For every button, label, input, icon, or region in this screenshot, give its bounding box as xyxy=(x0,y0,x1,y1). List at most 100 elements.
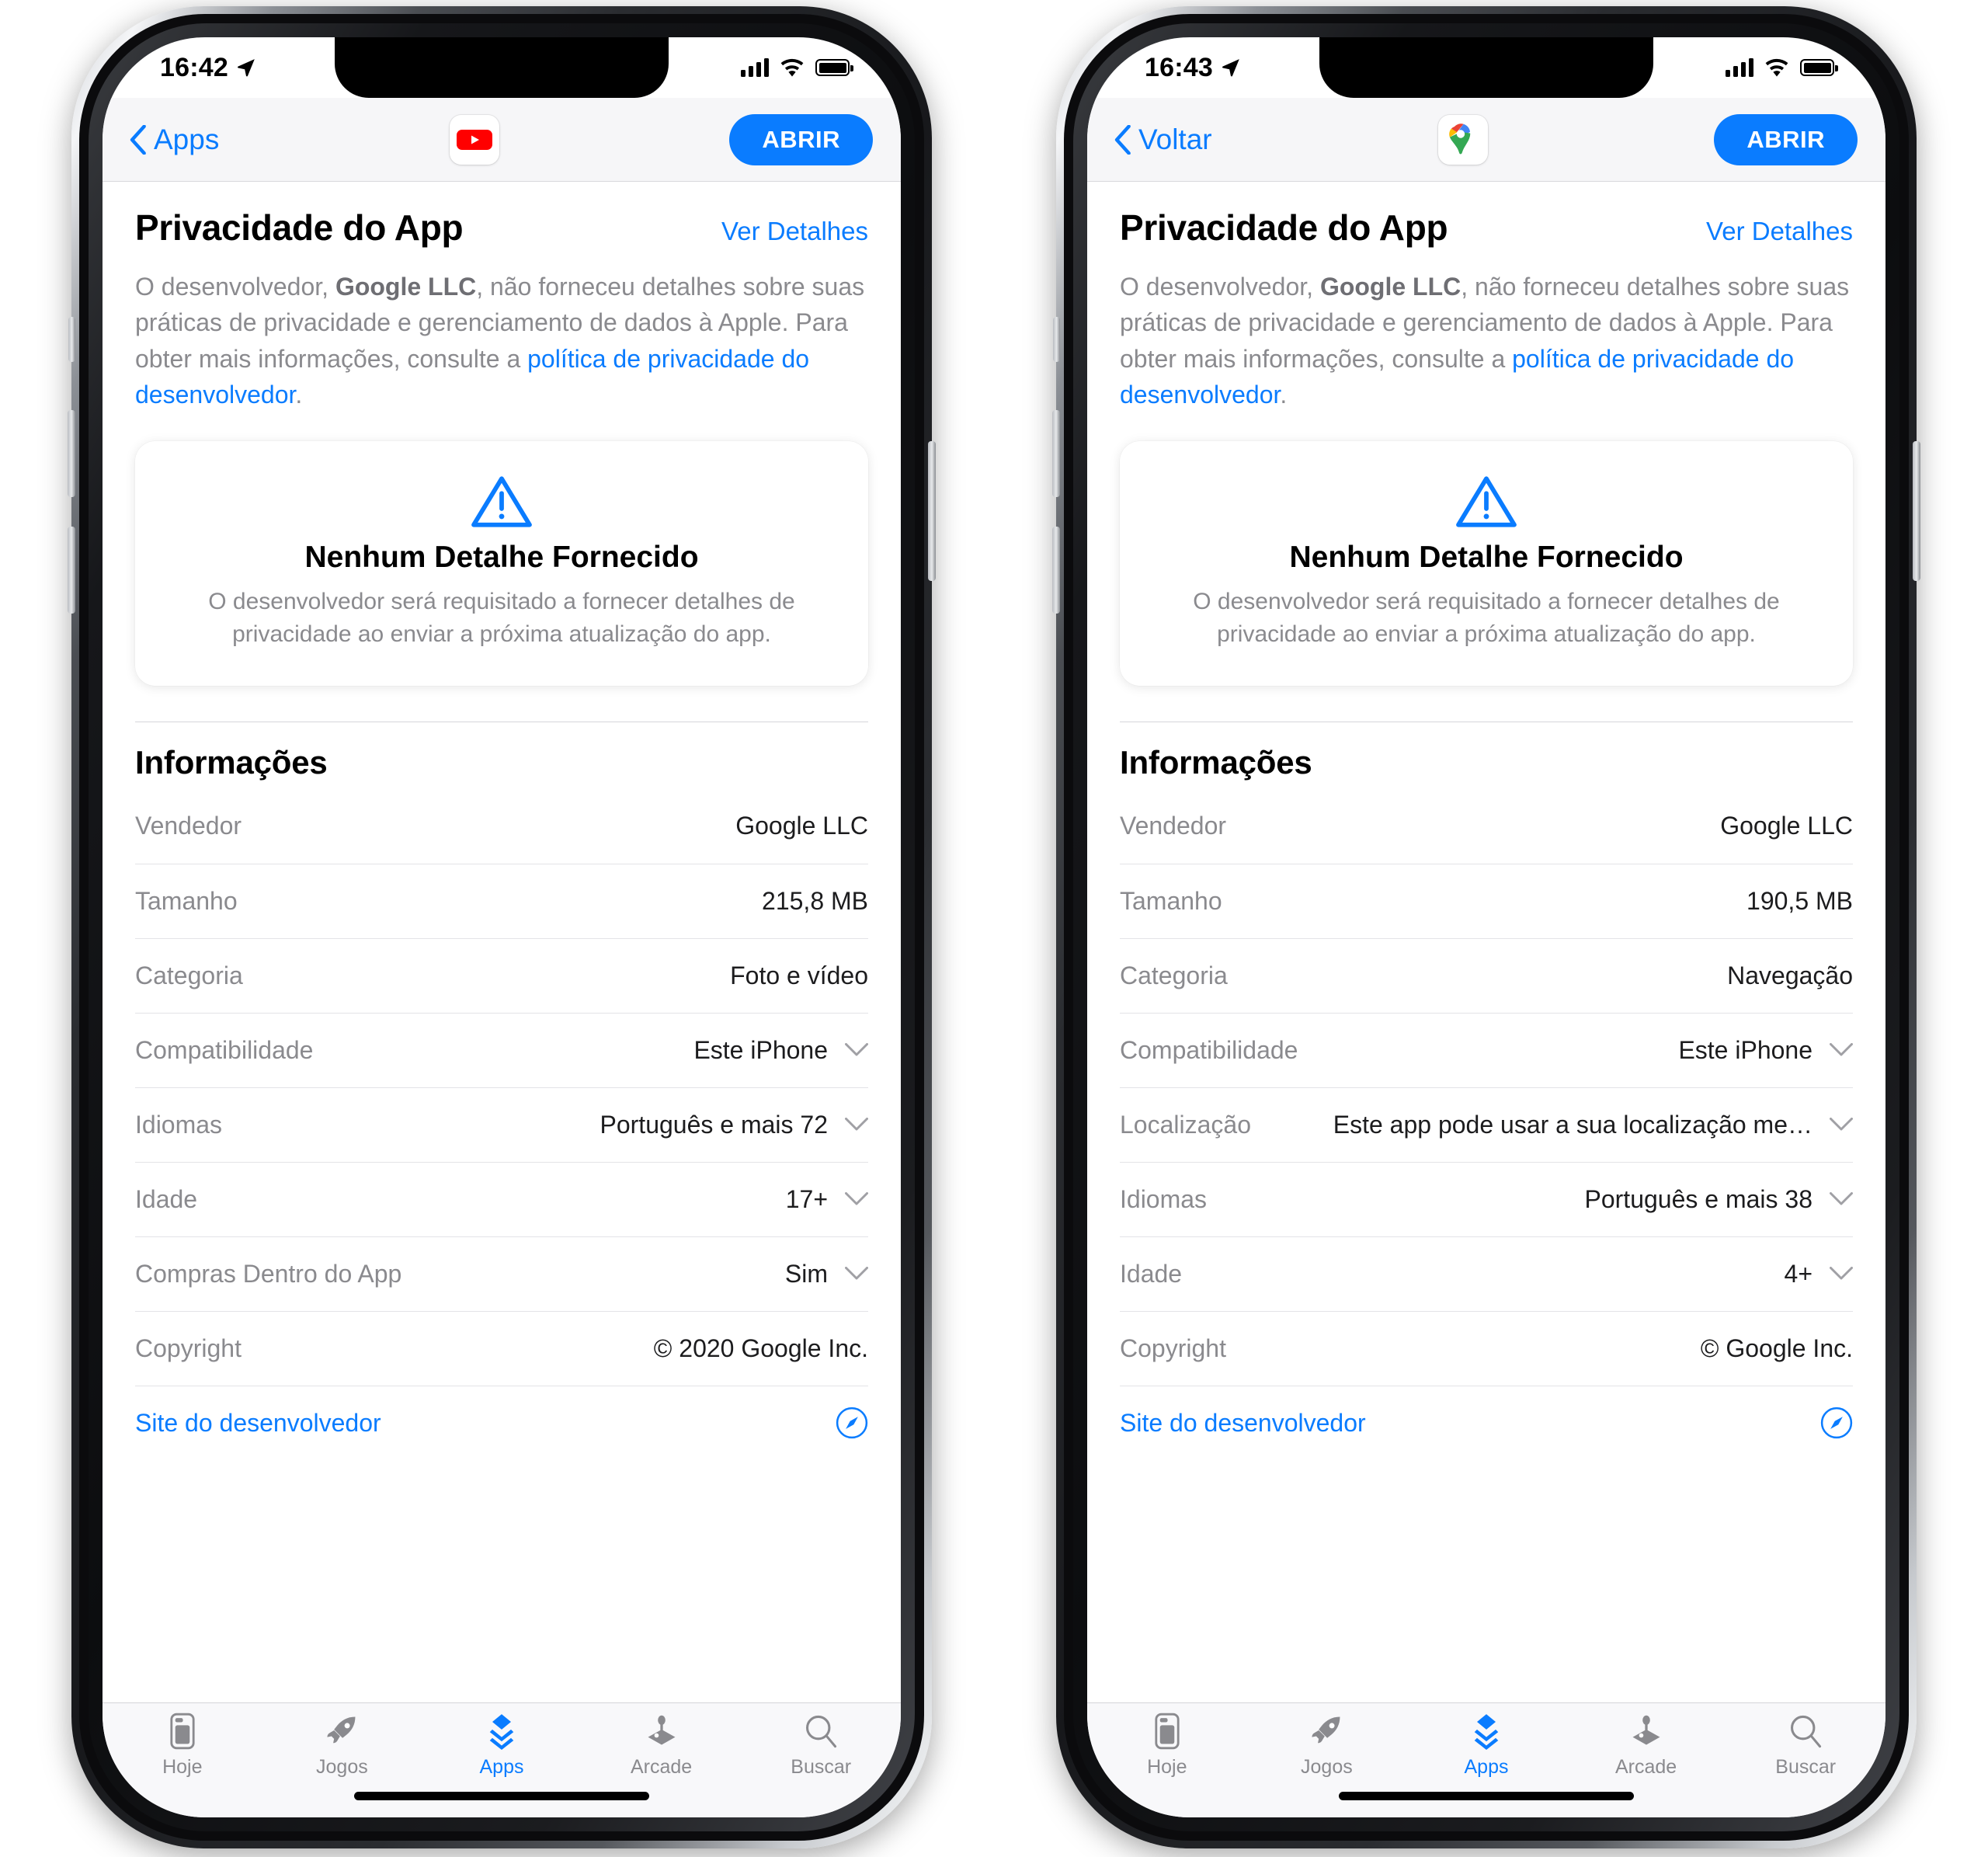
developer-site-row[interactable]: Site do desenvolvedor xyxy=(1120,1385,1853,1460)
tab-hoje[interactable]: Hoje xyxy=(103,1713,262,1779)
back-button[interactable]: Voltar xyxy=(1114,123,1212,156)
chevron-down-icon[interactable] xyxy=(845,1267,868,1281)
chevron-down-icon[interactable] xyxy=(1830,1267,1853,1281)
info-row-value-group: Google LLC xyxy=(735,812,868,840)
google-maps-app-icon xyxy=(1449,123,1471,154)
wifi-icon xyxy=(780,58,804,77)
navigation-bar: Apps ABRIR xyxy=(103,98,901,182)
desc-developer-name: Google LLC xyxy=(1319,273,1461,301)
tab-hoje[interactable]: Hoje xyxy=(1087,1713,1247,1779)
info-row-value-group: Google LLC xyxy=(1720,812,1853,840)
info-row: Tamanho 190,5 MB xyxy=(1120,863,1853,938)
mute-switch[interactable] xyxy=(1053,317,1060,362)
tab-arcade[interactable]: Arcade xyxy=(582,1713,742,1779)
warning-triangle-icon xyxy=(1456,475,1517,527)
info-row[interactable]: Idiomas Português e mais 72 xyxy=(135,1087,868,1162)
info-row-value: © Google Inc. xyxy=(1700,1334,1853,1362)
chevron-down-icon[interactable] xyxy=(845,1043,868,1057)
information-table: Vendedor Google LLC Tamanho 190,5 MB Cat… xyxy=(1120,789,1853,1460)
view-details-link[interactable]: Ver Detalhes xyxy=(1706,217,1853,246)
developer-site-row[interactable]: Site do desenvolvedor xyxy=(135,1385,868,1460)
info-row-value: Este iPhone xyxy=(693,1035,828,1064)
volume-down-button[interactable] xyxy=(68,527,75,614)
tab-apps[interactable]: Apps xyxy=(422,1713,582,1779)
desc-text-1: O desenvolvedor, xyxy=(135,273,335,301)
chevron-down-icon[interactable] xyxy=(1830,1043,1853,1057)
home-indicator[interactable] xyxy=(354,1792,649,1800)
info-row-label: Tamanho xyxy=(1120,886,1222,915)
info-row[interactable]: Idiomas Português e mais 38 xyxy=(1120,1161,1853,1236)
tab-label: Buscar xyxy=(1775,1756,1837,1778)
back-button[interactable]: Apps xyxy=(129,123,219,156)
open-button[interactable]: ABRIR xyxy=(1714,113,1858,165)
info-row-value: 17+ xyxy=(785,1184,828,1213)
app-detail-content: Privacidade do App Ver Detalhes O desenv… xyxy=(1087,182,1885,1702)
tab-apps[interactable]: Apps xyxy=(1406,1713,1566,1779)
rocket-icon xyxy=(1312,1716,1340,1744)
info-row-label: Categoria xyxy=(1120,961,1228,989)
tab-label: Apps xyxy=(1464,1756,1509,1778)
volume-down-button[interactable] xyxy=(1052,527,1060,614)
info-row-value-group: Sim xyxy=(785,1260,868,1288)
battery-icon xyxy=(815,59,853,76)
info-row[interactable]: Compras Dentro do App Sim xyxy=(135,1236,868,1311)
info-row-label: Idade xyxy=(1120,1259,1183,1288)
developer-site-icon-group xyxy=(836,1407,868,1439)
developer-site-label: Site do desenvolvedor xyxy=(1120,1408,1366,1437)
view-details-link[interactable]: Ver Detalhes xyxy=(721,217,868,246)
chevron-down-icon[interactable] xyxy=(845,1118,868,1132)
battery-icon xyxy=(1800,59,1838,76)
info-row-label: Vendedor xyxy=(1120,812,1227,840)
power-button[interactable] xyxy=(928,441,936,581)
info-row[interactable]: Idade 4+ xyxy=(1120,1236,1853,1311)
info-row-value: Sim xyxy=(784,1259,828,1288)
info-row[interactable]: Idade 17+ xyxy=(135,1161,868,1236)
tab-label: Jogos xyxy=(1301,1756,1353,1778)
volume-up-button[interactable] xyxy=(68,410,75,497)
tab-jogos[interactable]: Jogos xyxy=(1247,1713,1407,1779)
stacked-layers-icon xyxy=(1474,1714,1499,1750)
compass-safari-icon[interactable] xyxy=(836,1407,868,1439)
volume-up-button[interactable] xyxy=(1052,410,1060,497)
mute-switch[interactable] xyxy=(68,317,75,362)
info-row-value-group: 4+ xyxy=(1785,1260,1853,1288)
tab-buscar[interactable]: Buscar xyxy=(741,1713,901,1779)
tab-arcade[interactable]: Arcade xyxy=(1566,1713,1726,1779)
no-detail-card: Nenhum Detalhe Fornecido O desenvolvedor… xyxy=(1120,440,1853,686)
info-row-label: Idiomas xyxy=(1120,1184,1208,1213)
google-maps-app-icon xyxy=(1437,114,1488,165)
desc-text-1: O desenvolvedor, xyxy=(1120,273,1320,301)
stacked-layers-icon xyxy=(489,1714,514,1750)
info-row-value-group: Foto e vídeo xyxy=(730,962,868,990)
tab-jogos[interactable]: Jogos xyxy=(262,1713,422,1779)
info-row-label: Compatibilidade xyxy=(135,1035,314,1064)
tab-label: Apps xyxy=(479,1756,524,1778)
info-row-value: Este iPhone xyxy=(1678,1035,1812,1064)
open-button[interactable]: ABRIR xyxy=(729,113,873,165)
info-row-value-group: 190,5 MB xyxy=(1746,887,1853,916)
compass-safari-icon[interactable] xyxy=(1820,1407,1853,1439)
home-indicator[interactable] xyxy=(1339,1792,1634,1800)
status-bar-right xyxy=(1726,57,1838,78)
developer-site-label: Site do desenvolvedor xyxy=(135,1408,381,1437)
chevron-down-icon[interactable] xyxy=(845,1192,868,1206)
cellular-bars-icon xyxy=(1726,58,1753,77)
info-row[interactable]: Compatibilidade Este iPhone xyxy=(1120,1012,1853,1087)
power-button[interactable] xyxy=(1913,441,1920,581)
developer-site-icon-group xyxy=(1820,1407,1853,1439)
app-privacy-header: Privacidade do App Ver Detalhes xyxy=(1120,182,1853,249)
chevron-down-icon[interactable] xyxy=(1830,1192,1853,1206)
joystick-icon xyxy=(1632,1715,1660,1745)
tab-buscar[interactable]: Buscar xyxy=(1726,1713,1885,1779)
info-row[interactable]: Localização Este app pode usar a sua loc… xyxy=(1120,1087,1853,1162)
status-time: 16:42 xyxy=(160,52,228,82)
no-detail-subtitle: O desenvolvedor será requisitado a forne… xyxy=(1193,588,1780,648)
info-row: Copyright © Google Inc. xyxy=(1120,1310,1853,1386)
info-row-value: 190,5 MB xyxy=(1746,886,1853,915)
chevron-down-icon[interactable] xyxy=(1830,1118,1853,1132)
app-privacy-description: O desenvolvedor, Google LLC, não fornece… xyxy=(135,269,868,413)
information-section-title: Informações xyxy=(135,743,328,781)
info-row-value: Português e mais 72 xyxy=(600,1110,829,1139)
info-row[interactable]: Compatibilidade Este iPhone xyxy=(135,1012,868,1087)
youtube-app-icon xyxy=(456,129,492,150)
